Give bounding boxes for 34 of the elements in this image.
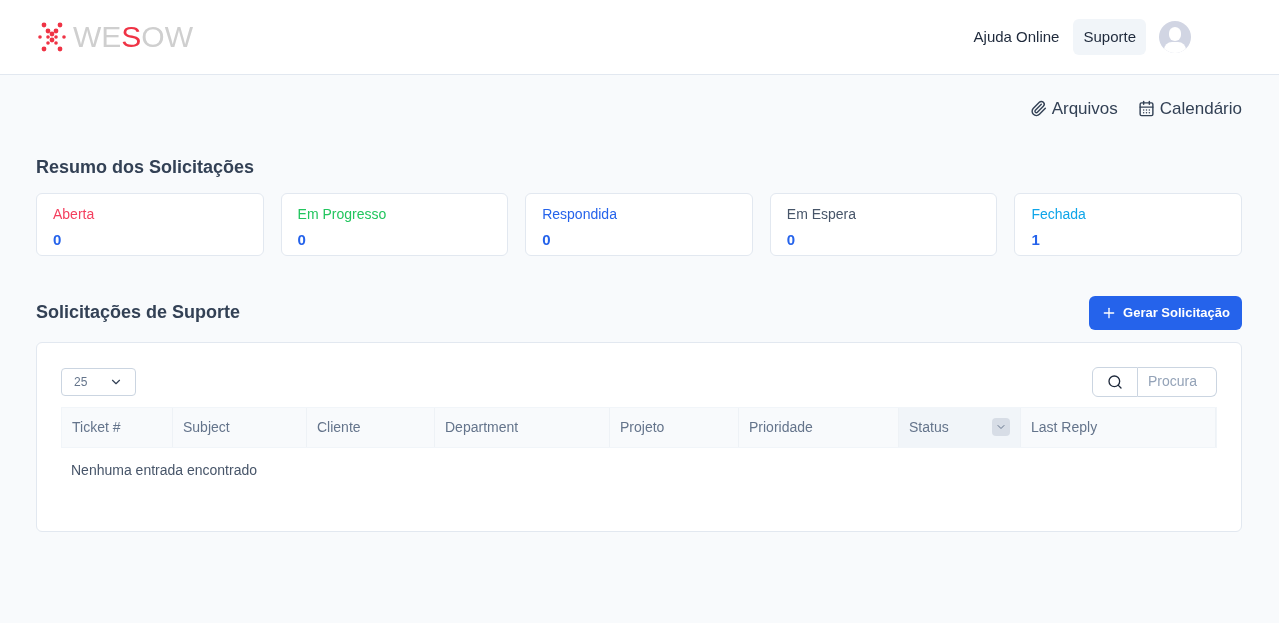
- status-count: 0: [53, 229, 62, 250]
- status-label: Aberta: [53, 204, 95, 224]
- column-header[interactable]: Last Reply: [1021, 407, 1216, 447]
- logo-dots-icon: [37, 22, 67, 52]
- column-header[interactable]: Prioridade: [739, 407, 899, 447]
- empty-message: Nenhuma entrada encontrado: [71, 460, 258, 480]
- calendar-link[interactable]: Calendário: [1137, 96, 1242, 122]
- paperclip-icon: [1029, 100, 1047, 118]
- section-title: Solicitações de Suporte: [36, 301, 241, 324]
- calendar-icon: [1137, 100, 1155, 118]
- column-header[interactable]: Ticket #: [62, 407, 173, 447]
- files-link[interactable]: Arquivos: [1029, 96, 1118, 122]
- nav-link[interactable]: Suporte: [1073, 18, 1146, 56]
- search-button[interactable]: [1092, 366, 1138, 397]
- column-header[interactable]: Department: [435, 407, 610, 447]
- status-count: 0: [786, 229, 796, 250]
- create-request-button[interactable]: Gerar Solicitação: [1089, 295, 1242, 330]
- status-count: 0: [542, 229, 551, 250]
- status-label: Fechada: [1031, 204, 1086, 224]
- status-count: 1: [1031, 229, 1040, 250]
- status-label: Em Progresso: [297, 204, 387, 224]
- status-label: Respondida: [542, 204, 617, 224]
- nav-link[interactable]: Ajuda Online: [963, 18, 1070, 56]
- page-size-select[interactable]: 25: [61, 367, 136, 396]
- section-title: Resumo dos Solicitações: [36, 155, 256, 179]
- column-header[interactable]: Subject: [173, 407, 307, 447]
- status-label: Em Espera: [786, 204, 857, 224]
- sort-icon: [992, 418, 1010, 436]
- search-field[interactable]: Procura: [1138, 366, 1217, 397]
- column-header[interactable]: Status: [899, 407, 1021, 447]
- column-header[interactable]: Projeto: [610, 407, 739, 447]
- search-icon: [1107, 373, 1123, 390]
- status-count: 0: [297, 229, 306, 250]
- column-header[interactable]: Cliente: [307, 407, 435, 447]
